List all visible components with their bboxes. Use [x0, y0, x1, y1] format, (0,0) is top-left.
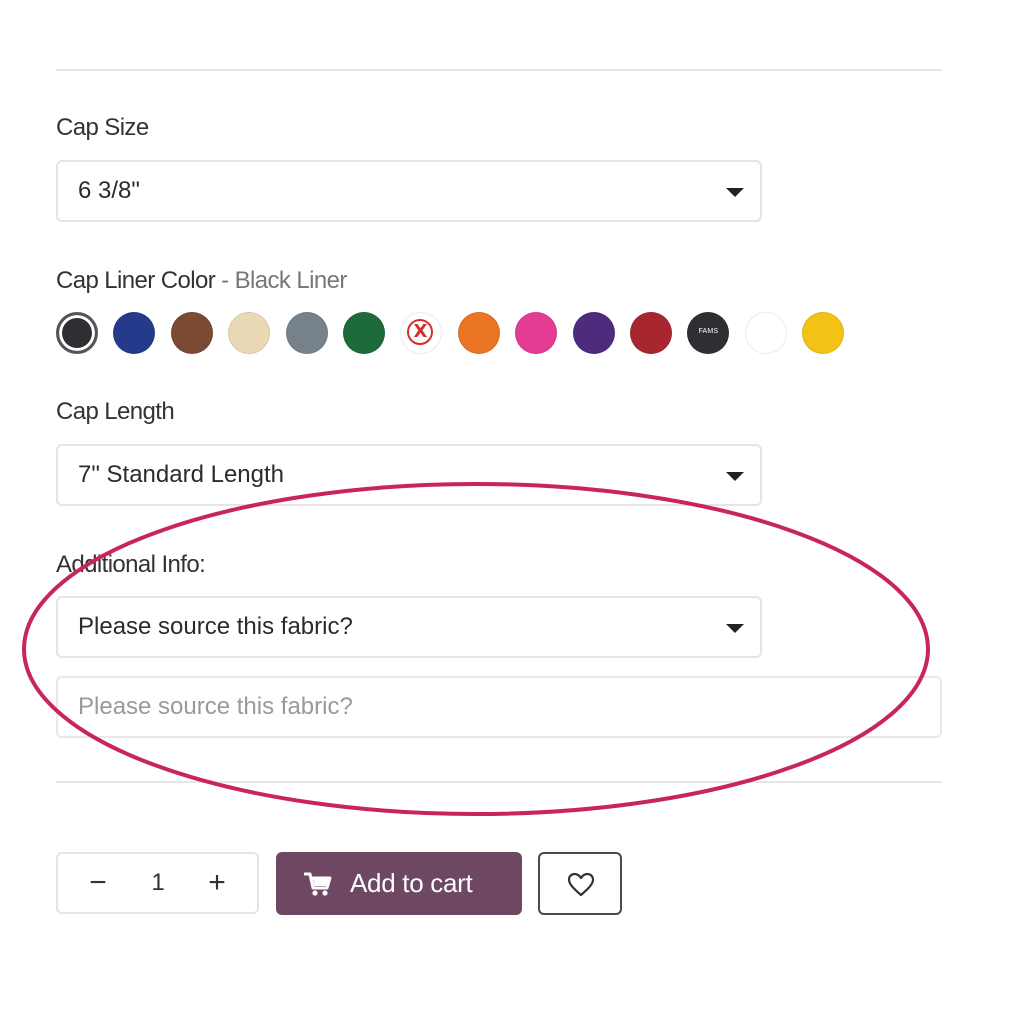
liner-color-title: Cap Liner Color [56, 267, 216, 294]
add-to-cart-label: Add to cart [350, 868, 473, 898]
heart-icon [567, 872, 595, 897]
chevron-down-icon [726, 624, 744, 633]
liner-color-swatch[interactable] [343, 312, 385, 354]
additional-info-label: Additional Info: [56, 551, 206, 578]
liner-color-swatch[interactable] [744, 312, 787, 354]
top-divider [56, 69, 942, 71]
shopping-cart-icon [304, 872, 332, 896]
chevron-down-icon [726, 188, 744, 197]
liner-color-swatch[interactable] [113, 312, 156, 354]
cap-size-label: Cap Size [56, 114, 149, 141]
cap-length-select[interactable]: 7" Standard Length [56, 444, 762, 506]
cap-liner-color-label: Cap Liner Color - Black Liner [56, 267, 347, 295]
liner-color-swatch[interactable] [228, 312, 271, 354]
increase-quantity-button[interactable]: + [187, 854, 247, 912]
liner-color-swatch[interactable] [285, 312, 328, 354]
additional-info-select[interactable]: Please source this fabric? [56, 596, 762, 658]
liner-color-swatch[interactable] [56, 312, 98, 354]
cap-length-label: Cap Length [56, 398, 175, 425]
add-to-wishlist-button[interactable] [538, 852, 622, 915]
liner-color-swatch[interactable]: X [400, 312, 443, 354]
liner-color-swatch[interactable] [515, 312, 558, 354]
cap-size-value: 6 3/8" [78, 177, 140, 204]
liner-color-swatch[interactable] [630, 312, 672, 354]
decrease-quantity-button[interactable]: − [68, 854, 128, 912]
chevron-down-icon [726, 472, 744, 481]
additional-info-value: Please source this fabric? [78, 613, 353, 640]
liner-color-swatch[interactable] [802, 312, 845, 354]
no-liner-x-icon: X [407, 319, 434, 345]
liner-color-selected-name: Black Liner [234, 267, 348, 294]
quantity-value[interactable]: 1 [128, 854, 188, 912]
bottom-divider [56, 781, 942, 783]
liner-color-swatch[interactable] [457, 312, 500, 354]
additional-info-placeholder: Please source this fabric? [78, 693, 353, 720]
liner-color-separator: - [215, 267, 235, 294]
liner-color-swatch[interactable]: FAMS [687, 312, 730, 354]
add-to-cart-button[interactable]: Add to cart [276, 852, 522, 915]
swatch-badge-text: FAMS [698, 328, 719, 335]
cap-length-value: 7" Standard Length [78, 461, 285, 488]
liner-color-swatch[interactable] [572, 312, 615, 354]
liner-color-swatch[interactable] [170, 312, 213, 354]
cap-size-select[interactable]: 6 3/8" [56, 160, 762, 222]
additional-info-text-input[interactable]: Please source this fabric? [56, 676, 942, 738]
quantity-stepper: − 1 + [56, 852, 259, 914]
